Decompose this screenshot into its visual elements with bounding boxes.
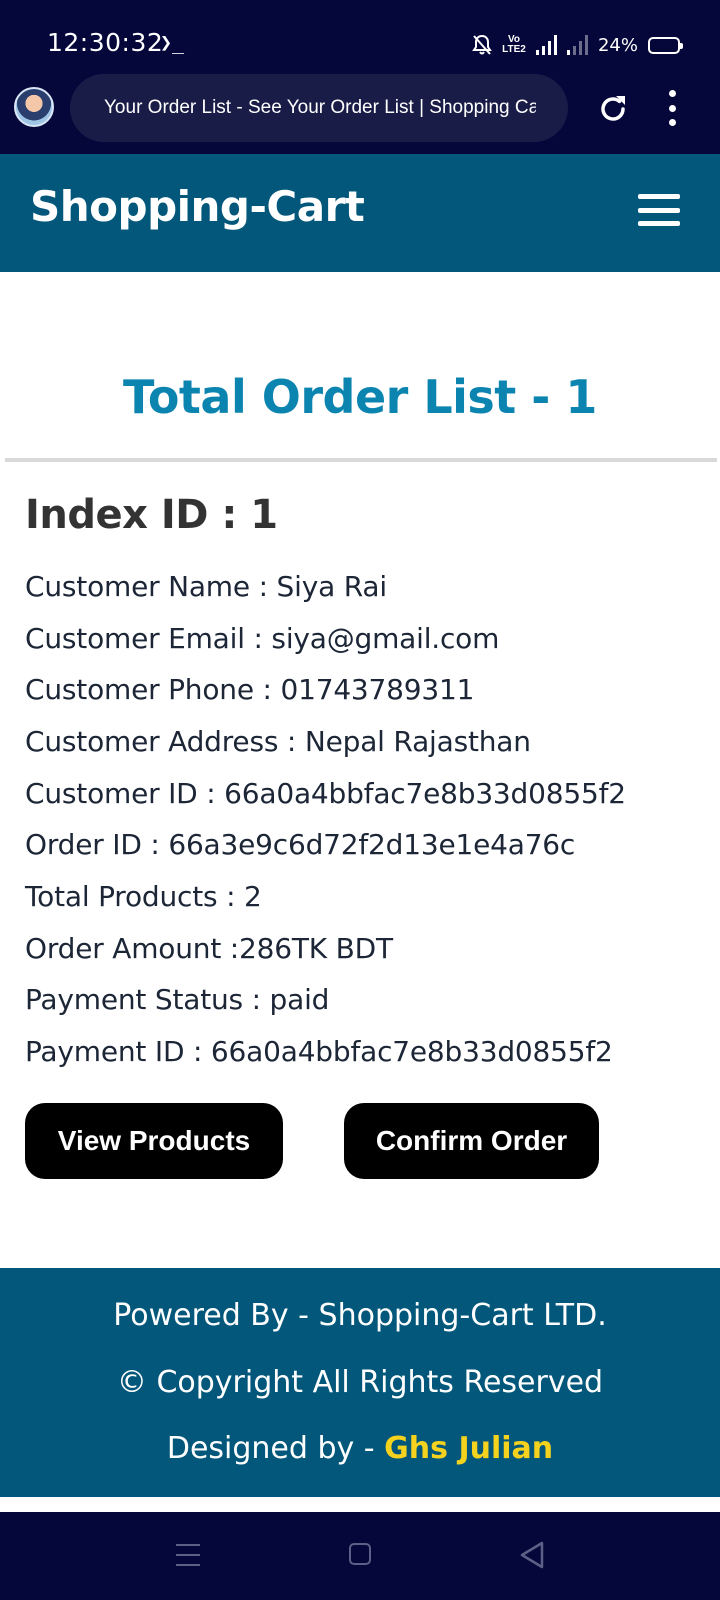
designed-by-prefix: Designed by - <box>166 1431 385 1466</box>
total-products: Total Products : 2 <box>25 880 262 913</box>
more-menu-icon[interactable] <box>664 90 680 126</box>
designer-name-link[interactable]: Ghs Julian <box>384 1431 553 1466</box>
designed-by-text: Designed by - Ghs Julian <box>0 1431 720 1466</box>
site-navbar: Shopping-Cart <box>0 154 720 272</box>
battery-icon <box>648 36 683 54</box>
site-footer: Powered By - Shopping-Cart LTD. © Copyri… <box>0 1268 720 1497</box>
tab-title: Your Order List - See Your Order List | … <box>104 97 536 118</box>
battery-percent: 24% <box>597 34 638 56</box>
signal-2-icon <box>566 35 588 55</box>
copyright-text: © Copyright All Rights Reserved <box>116 1365 604 1400</box>
customer-phone: Customer Phone : 01743789311 <box>25 673 475 706</box>
signal-icon <box>535 35 557 55</box>
powered-by-text: Powered By - Shopping-Cart LTD. <box>113 1298 607 1333</box>
confirm-order-button[interactable]: Confirm Order <box>344 1103 599 1179</box>
back-icon[interactable] <box>518 1540 546 1570</box>
divider <box>5 458 717 462</box>
hamburger-menu-icon[interactable] <box>638 194 680 226</box>
status-bar: 12:30:32 ❯_ Vo LTE2 24% <box>0 0 720 74</box>
reload-icon[interactable] <box>596 92 630 126</box>
payment-status: Payment Status : paid <box>25 983 330 1016</box>
customer-address: Customer Address : Nepal Rajasthan <box>25 725 531 758</box>
avatar[interactable] <box>14 87 54 127</box>
recent-apps-icon[interactable] <box>176 1544 200 1566</box>
view-products-button[interactable]: View Products <box>25 1103 283 1179</box>
customer-id: Customer ID : 66a0a4bbfac7e8b33d0855f2 <box>25 777 626 810</box>
bell-off-icon <box>472 34 492 55</box>
customer-email: Customer Email : siya@gmail.com <box>25 622 500 655</box>
volte-icon: Vo LTE2 <box>502 34 526 55</box>
order-amount: Order Amount :286TK BDT <box>25 932 393 965</box>
payment-id: Payment ID : 66a0a4bbfac7e8b33d0855f2 <box>25 1035 613 1068</box>
browser-toolbar: Your Order List - See Your Order List | … <box>0 74 720 154</box>
terminal-icon: ❯_ <box>160 30 185 54</box>
home-icon[interactable] <box>349 1543 371 1565</box>
system-nav-bar <box>0 1512 720 1600</box>
url-bar[interactable]: Your Order List - See Your Order List | … <box>70 74 568 142</box>
page-title: Total Order List - 1 <box>123 370 597 424</box>
brand-logo[interactable]: Shopping-Cart <box>30 182 365 231</box>
order-index-heading: Index ID : 1 <box>25 492 278 538</box>
status-time: 12:30:32 <box>47 28 164 57</box>
order-id: Order ID : 66a3e9c6d72f2d13e1e4a76c <box>25 828 576 861</box>
customer-name: Customer Name : Siya Rai <box>25 570 387 603</box>
status-icons: Vo LTE2 24% <box>472 28 683 62</box>
